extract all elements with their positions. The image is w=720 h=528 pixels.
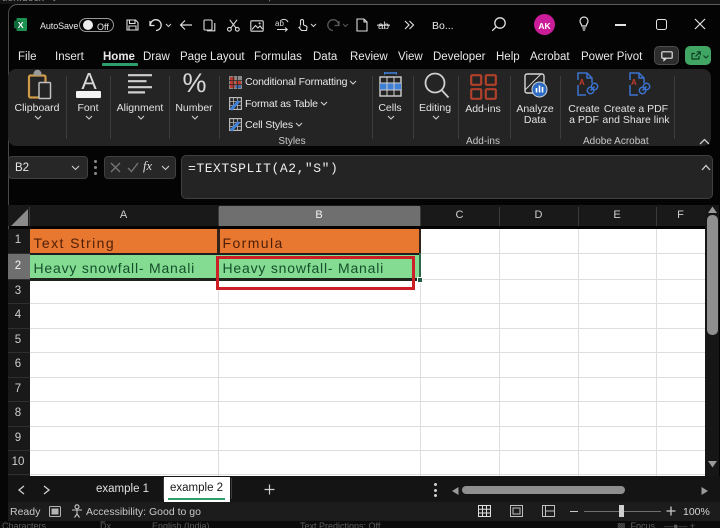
svg-text:ab: ab xyxy=(275,19,284,28)
svg-text:A: A xyxy=(579,78,585,87)
svg-text:X: X xyxy=(18,20,24,30)
svg-text:A: A xyxy=(631,78,637,87)
svg-text:ab: ab xyxy=(378,21,390,32)
